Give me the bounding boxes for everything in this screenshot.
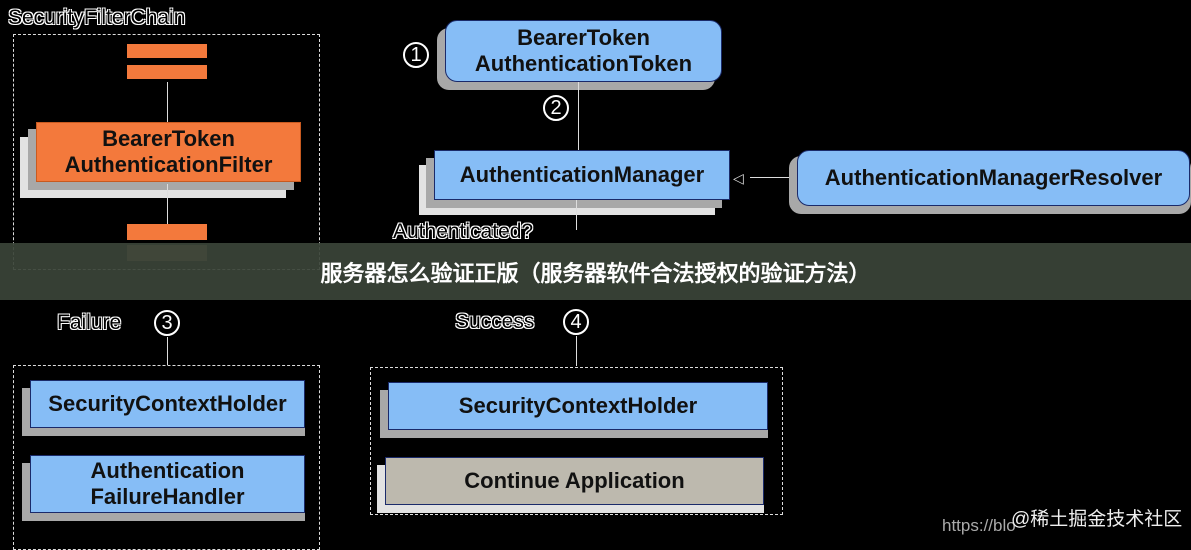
authentication-failure-handler: Authentication FailureHandler [30,455,305,513]
failure-security-context-holder: SecurityContextHolder [30,380,305,428]
arrow-line [167,337,168,365]
filter-bar [127,65,207,79]
arrow-line [578,82,579,150]
arrow-line [167,82,168,122]
step-2-badge: 2 [543,95,569,121]
step-4-badge: 4 [563,309,589,335]
watermark-url: https://blo [942,516,1016,535]
success-security-context-holder: SecurityContextHolder [388,382,768,430]
watermark-site: @稀土掘金技术社区 [1011,509,1183,530]
open-arrow-icon: ◁ [733,170,744,186]
success-label: Success [455,310,535,333]
title-banner: 服务器怎么验证正版（服务器软件合法授权的验证方法） [0,243,1191,300]
bearer-token-authentication-token: BearerToken AuthenticationToken [445,20,722,82]
arrow-line [576,336,577,366]
authentication-manager-resolver: AuthenticationManagerResolver [797,150,1190,206]
filter-chain-title: SecurityFilterChain [8,6,186,29]
bearer-token-authentication-filter: BearerToken AuthenticationFilter [36,122,301,182]
failure-label: Failure [57,311,122,334]
authentication-manager: AuthenticationManager [434,150,730,200]
decision-label: Authenticated? [393,220,534,243]
continue-application: Continue Application [385,457,764,505]
arrow-line [167,184,168,224]
step-3-badge: 3 [154,310,180,336]
arrow-line [576,200,577,230]
filter-bar [127,44,207,58]
filter-bar [127,224,207,240]
step-1-badge: 1 [403,42,429,68]
